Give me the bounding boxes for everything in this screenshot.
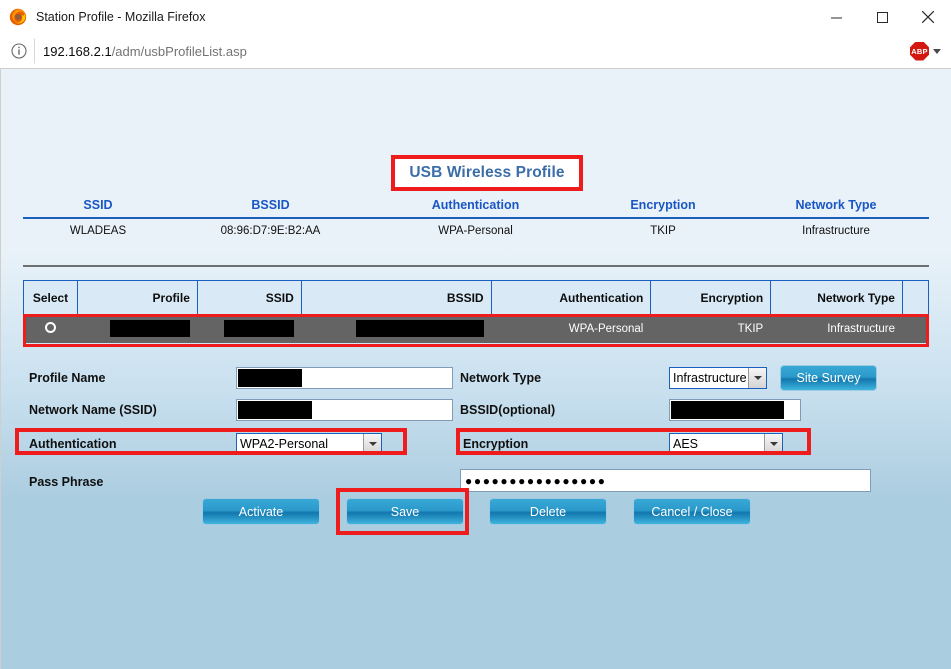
chevron-down-icon[interactable] (933, 48, 941, 54)
adblock-extension-button[interactable]: ABP (910, 41, 945, 61)
form-action-buttons: Activate Save Delete Cancel / Close (1, 498, 951, 526)
network-name-input[interactable] (236, 399, 453, 421)
profile-name-label: Profile Name (29, 371, 106, 385)
profile-header-spacer (901, 280, 930, 315)
browser-navbar: 192.168.2.1/adm/usbProfileList.asp ABP (0, 34, 951, 69)
profile-table-header-row: Select Profile SSID BSSID Authentication… (23, 280, 930, 315)
profile-list-table: Select Profile SSID BSSID Authentication… (23, 280, 930, 343)
maximize-button[interactable] (859, 0, 905, 34)
status-value-encryption: TKIP (650, 225, 676, 237)
close-button[interactable] (905, 0, 951, 34)
redacted-network-name-value (238, 401, 312, 419)
authentication-label: Authentication (29, 437, 117, 451)
page-title-highlight-box: USB Wireless Profile (391, 155, 583, 191)
form-row-network-name: Network Name (SSID) BSSID(optional) (1, 397, 951, 429)
status-table-header-row: SSID BSSID Authentication Encryption Net… (23, 198, 929, 219)
adblock-plus-icon: ABP (910, 41, 929, 61)
page-info-icon[interactable] (6, 38, 32, 64)
web-page-content: USB Wireless Profile SSID BSSID Authenti… (0, 69, 951, 669)
profile-header-select: Select (23, 280, 78, 315)
redacted-bssid-input-value (671, 401, 784, 419)
profile-header-authentication: Authentication (490, 280, 652, 315)
pass-phrase-masked-value: ●●●●●●●●●●●●●●●● (465, 473, 607, 488)
status-header-ssid: SSID (83, 198, 113, 212)
section-divider (23, 265, 929, 267)
profile-cell-authentication: WPA-Personal (490, 314, 652, 343)
form-row-authentication-encryption: Authentication WPA2-Personal Encryption … (1, 429, 951, 463)
site-survey-button[interactable]: Site Survey (780, 365, 877, 391)
window-title: Station Profile - Mozilla Firefox (36, 10, 206, 24)
current-connection-status-table: SSID BSSID Authentication Encryption Net… (23, 198, 929, 237)
profile-cell-encryption: TKIP (650, 314, 772, 343)
network-name-label: Network Name (SSID) (29, 403, 157, 417)
radio-button-icon[interactable] (44, 321, 56, 333)
profile-header-ssid: SSID (196, 280, 302, 315)
status-header-encryption: Encryption (630, 198, 696, 212)
status-value-bssid: 08:96:D7:9E:B2:AA (220, 225, 321, 237)
profile-header-encryption: Encryption (650, 280, 772, 315)
address-bar[interactable]: 192.168.2.1/adm/usbProfileList.asp (34, 38, 904, 64)
redacted-ssid-value (223, 320, 294, 337)
url-host: 192.168.2.1 (43, 43, 112, 59)
pass-phrase-label: Pass Phrase (29, 475, 104, 489)
delete-button[interactable]: Delete (489, 498, 607, 525)
form-row-profile-name: Profile Name Network Type Infrastructure… (1, 365, 951, 397)
status-header-bssid: BSSID (251, 198, 290, 212)
status-value-ssid: WLADEAS (69, 225, 127, 237)
profile-header-network-type: Network Type (770, 280, 903, 315)
cancel-close-button[interactable]: Cancel / Close (633, 498, 751, 525)
bssid-optional-label: BSSID(optional) (460, 403, 556, 417)
encryption-label: Encryption (463, 437, 529, 451)
network-type-select[interactable]: Infrastructure (669, 367, 767, 389)
status-header-network-type: Network Type (795, 198, 877, 212)
profile-select-radio[interactable] (23, 314, 78, 343)
profile-cell-spacer (901, 314, 930, 343)
status-value-network-type: Infrastructure (802, 225, 870, 237)
profile-cell-profile (76, 314, 198, 343)
url-path: /adm/usbProfileList.asp (111, 43, 247, 59)
save-button[interactable]: Save (346, 498, 464, 525)
status-header-authentication: Authentication (431, 198, 520, 212)
profile-header-bssid: BSSID (300, 280, 492, 315)
encryption-select[interactable]: AES (669, 433, 783, 455)
redacted-bssid-value (355, 320, 484, 337)
profile-cell-ssid (196, 314, 302, 343)
profile-cell-bssid (300, 314, 492, 343)
window-controls (813, 0, 951, 34)
minimize-button[interactable] (813, 0, 859, 34)
activate-button[interactable]: Activate (202, 498, 320, 525)
network-type-label: Network Type (460, 371, 542, 385)
pass-phrase-input[interactable]: ●●●●●●●●●●●●●●●● (460, 469, 871, 492)
browser-titlebar: Station Profile - Mozilla Firefox (0, 0, 951, 34)
firefox-logo-icon (9, 8, 27, 26)
bssid-input[interactable] (669, 399, 801, 421)
profile-name-input[interactable] (236, 367, 453, 389)
authentication-select[interactable]: WPA2-Personal (236, 433, 382, 455)
redacted-profile-name-value (238, 369, 302, 387)
profile-header-profile: Profile (76, 280, 198, 315)
table-row[interactable]: WPA-Personal TKIP Infrastructure (23, 314, 930, 343)
page-title: USB Wireless Profile (409, 164, 565, 181)
redacted-profile-value (109, 320, 190, 337)
status-value-authentication: WPA-Personal (438, 225, 513, 237)
status-table-row: WLADEAS 08:96:D7:9E:B2:AA WPA-Personal T… (23, 219, 929, 237)
profile-cell-network-type: Infrastructure (770, 314, 903, 343)
